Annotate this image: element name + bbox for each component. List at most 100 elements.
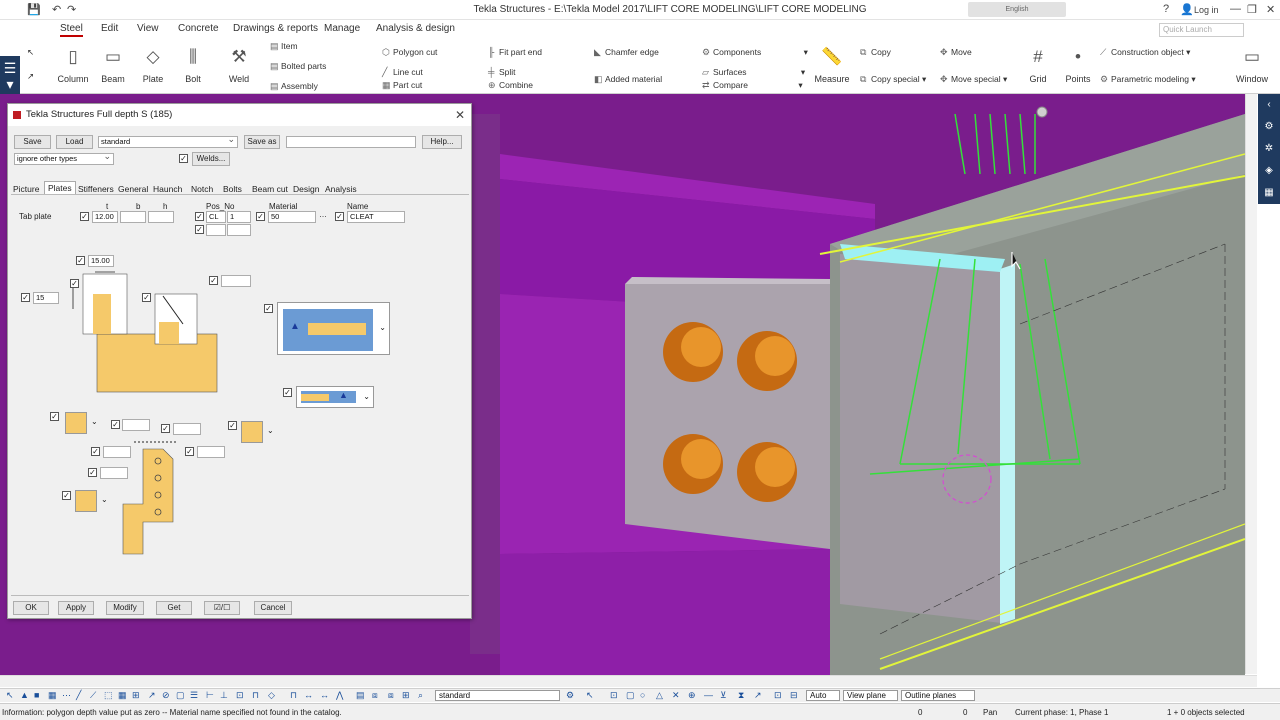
pos-prefix-input-2[interactable] xyxy=(206,224,226,236)
pos-checkbox[interactable]: ✓ xyxy=(195,212,204,221)
snap-box-icon[interactable]: ▢ xyxy=(176,690,185,701)
t-checkbox[interactable]: ✓ xyxy=(80,212,89,221)
weld-type-checkbox[interactable]: ✓ xyxy=(283,388,292,397)
components-button[interactable]: ⚙ Components ▾ xyxy=(702,47,808,58)
collapse-icon[interactable]: ‹ xyxy=(1258,94,1280,116)
snap-tri-icon[interactable]: △ xyxy=(656,690,663,701)
snap-perp-icon[interactable]: ⊥ xyxy=(220,690,228,701)
tab-manage[interactable]: Manage xyxy=(324,23,360,34)
part-cut-button[interactable]: ▦ Part cut xyxy=(382,80,422,91)
bolt-opt-checkbox-5[interactable]: ✓ xyxy=(91,447,100,456)
select-plates-icon[interactable]: ■ xyxy=(34,690,39,700)
login-link[interactable]: Log in xyxy=(1194,5,1219,15)
pos-prefix-input[interactable]: CL xyxy=(206,211,226,223)
save-as-button[interactable]: Save as xyxy=(244,135,280,149)
pos-start-input-2[interactable] xyxy=(227,224,251,236)
split-button[interactable]: ╪ Split xyxy=(488,67,516,77)
column-button[interactable]: ▯ Column xyxy=(51,46,95,84)
close-button[interactable]: ✕ xyxy=(1266,3,1275,16)
snap-dash-icon[interactable]: — xyxy=(704,690,713,700)
snap-node-icon[interactable]: ⊕ xyxy=(688,690,696,701)
save-preset-button[interactable]: Save xyxy=(14,135,51,149)
material-input[interactable]: 50 xyxy=(268,211,316,223)
snap-ref-icon[interactable]: ⊡ xyxy=(610,690,618,701)
weld-type-picker[interactable]: ▲ ⌄ xyxy=(296,386,374,408)
name-checkbox[interactable]: ✓ xyxy=(335,212,344,221)
snap-circle-icon[interactable]: ○ xyxy=(640,690,645,700)
vertical-scrollbar[interactable] xyxy=(1245,94,1257,674)
bolted-parts-button[interactable]: ▤ Bolted parts xyxy=(270,61,326,72)
tab-edit[interactable]: Edit xyxy=(101,23,118,34)
tab-analysis-design[interactable]: Analysis & design xyxy=(376,23,455,34)
load-preset-button[interactable]: Load xyxy=(56,135,93,149)
select-grid-icon[interactable]: ▦ xyxy=(48,690,57,701)
snap-geom-icon[interactable]: ▢ xyxy=(626,690,635,701)
tab-steel[interactable]: Steel xyxy=(60,23,83,37)
undo-icon[interactable]: ↶ xyxy=(52,3,61,16)
polygon-cut-button[interactable]: ⬡ Polygon cut xyxy=(382,47,437,58)
settings-icon[interactable]: ✲ xyxy=(1258,138,1280,160)
tab-bolts[interactable]: Bolts xyxy=(223,184,242,194)
welds-checkbox[interactable]: ✓ xyxy=(179,154,188,163)
select-bolts-icon[interactable]: ⊞ xyxy=(132,690,140,701)
snap-free-icon[interactable]: ↗ xyxy=(754,690,762,701)
restore-button[interactable]: ❐ xyxy=(1247,3,1257,16)
plate-button[interactable]: ◇ Plate xyxy=(131,46,175,84)
fit-part-end-button[interactable]: ╟ Fit part end xyxy=(488,47,542,57)
filter-icon[interactable]: ▤ xyxy=(356,690,365,701)
bolt-option-icon-3[interactable] xyxy=(75,490,97,512)
view-filter-icon[interactable]: ⊞ xyxy=(402,690,410,701)
horizontal-scrollbar[interactable] xyxy=(0,675,1257,687)
select-parts-icon[interactable]: ▲ xyxy=(20,690,29,700)
tab-stiffeners[interactable]: Stiffeners xyxy=(78,184,114,194)
dim-left-input[interactable]: 15 xyxy=(33,292,59,304)
catalog-icon[interactable]: ◈ xyxy=(1258,160,1280,182)
cancel-button[interactable]: Cancel xyxy=(254,601,292,615)
tab-analysis[interactable]: Analysis xyxy=(325,184,357,194)
select-components-icon[interactable]: ▦ xyxy=(118,690,127,701)
added-material-button[interactable]: ◧ Added material xyxy=(594,74,662,85)
bolt-spacing-input-2[interactable] xyxy=(197,446,225,458)
material-browse-button[interactable]: … xyxy=(319,210,327,219)
select-lines-icon[interactable]: ╱ xyxy=(76,690,81,701)
construction-object-button[interactable]: ⟋ Construction object ▾ xyxy=(1100,47,1190,58)
snap-end-icon[interactable]: ↗ xyxy=(148,690,156,701)
snap-any-icon[interactable]: ⧗ xyxy=(738,690,744,701)
line-cut-button[interactable]: ╱ Line cut xyxy=(382,67,423,78)
snap-center-icon[interactable]: ⊓ xyxy=(290,690,297,701)
weld-button[interactable]: ⚒ Weld xyxy=(217,46,261,84)
snap-extension-icon[interactable]: ◇ xyxy=(268,690,275,701)
name-input[interactable]: CLEAT xyxy=(347,211,405,223)
snap-part-icon[interactable]: ⊓ xyxy=(252,690,259,701)
minimize-button[interactable]: — xyxy=(1230,3,1241,15)
tab-concrete[interactable]: Concrete xyxy=(178,23,219,34)
item-button[interactable]: ▤ Item xyxy=(270,41,298,52)
move-button[interactable]: ✥ Move xyxy=(940,47,972,58)
h-input[interactable] xyxy=(148,211,174,223)
ignore-types-select[interactable]: ignore other types xyxy=(14,153,114,165)
tab-beam-cut[interactable]: Beam cut xyxy=(252,184,288,194)
chamfer-edge-button[interactable]: ◣ Chamfer edge xyxy=(594,47,659,58)
help-icon[interactable]: ? xyxy=(1163,3,1169,15)
component-filter-icon[interactable]: ⧈ xyxy=(388,690,394,701)
select-arrow-icon[interactable]: ↖ xyxy=(27,47,34,58)
preset-select[interactable]: standard xyxy=(98,136,238,148)
snap-plane-icon[interactable]: ⊟ xyxy=(790,690,798,701)
beam-button[interactable]: ▭ Beam xyxy=(91,46,135,84)
selection-filter-select[interactable]: standard xyxy=(435,690,560,701)
dialog-close-icon[interactable]: ✕ xyxy=(455,104,465,126)
apply-button[interactable]: Apply xyxy=(58,601,94,615)
bolt-button[interactable]: ⫼ Bolt xyxy=(171,46,215,84)
object-filter-icon[interactable]: ⧈ xyxy=(372,690,378,701)
move-special-button[interactable]: ✥ Move special ▾ xyxy=(940,74,1007,85)
window-button[interactable]: ▭ Window xyxy=(1230,46,1274,84)
snap-mid-icon[interactable]: ⊘ xyxy=(162,690,170,701)
bolt-opt-checkbox-6[interactable]: ✓ xyxy=(185,447,194,456)
b-input[interactable] xyxy=(120,211,146,223)
points-button[interactable]: • Points xyxy=(1056,46,1100,84)
grid-view-icon[interactable]: ▦ xyxy=(1258,182,1280,204)
properties-icon[interactable]: ⚙ xyxy=(1258,116,1280,138)
snap-nearest-2-icon[interactable]: ⊻ xyxy=(720,690,727,701)
snap-cross-icon[interactable]: ✕ xyxy=(672,690,680,701)
assembly-button[interactable]: ▤ Assembly xyxy=(270,81,318,92)
